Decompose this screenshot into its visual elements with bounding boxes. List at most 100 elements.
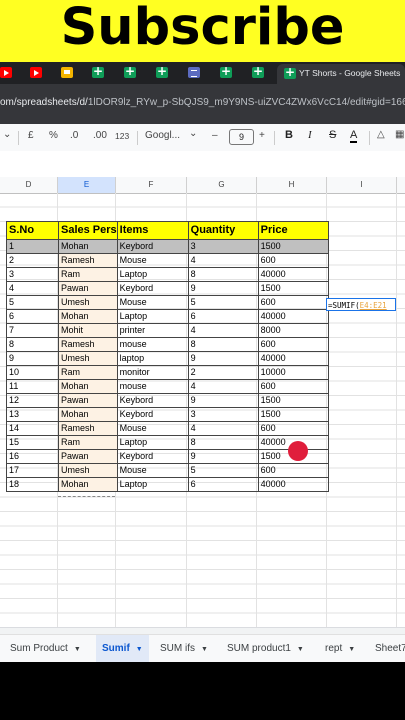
table-cell[interactable]: 3 (187, 239, 259, 254)
table-cell[interactable]: Keybord (116, 281, 189, 296)
text-color-button[interactable]: A (350, 129, 358, 143)
table-cell[interactable]: Ram (58, 267, 118, 282)
table-cell[interactable]: 8 (187, 337, 259, 352)
table-cell[interactable]: Keybord (116, 393, 189, 408)
table-cell[interactable]: 6 (187, 309, 259, 324)
header-cell[interactable]: Quantity (187, 221, 259, 240)
table-cell[interactable]: Ramesh (58, 337, 118, 352)
table-cell[interactable]: 5 (187, 463, 259, 478)
table-cell[interactable]: 40000 (257, 351, 329, 366)
table-cell[interactable]: 5 (6, 295, 59, 310)
table-cell[interactable]: 40000 (257, 309, 329, 324)
table-cell[interactable]: 1500 (257, 281, 329, 296)
table-cell[interactable]: mouse (116, 379, 189, 394)
header-cell[interactable]: Sales Pers (58, 221, 118, 240)
fill-color-icon[interactable]: △ (377, 129, 385, 140)
url-text[interactable]: om/spreadsheets/d/1lDOR9lz_RYw_p-SbQJS9_… (0, 97, 405, 108)
table-cell[interactable]: 17 (6, 463, 59, 478)
table-cell[interactable]: Laptop (116, 477, 189, 492)
table-cell[interactable]: printer (116, 323, 189, 338)
formula-bar[interactable] (0, 151, 405, 178)
table-cell[interactable]: Ramesh (58, 421, 118, 436)
table-cell[interactable]: 5 (187, 295, 259, 310)
table-cell[interactable]: 9 (187, 351, 259, 366)
table-cell[interactable]: laptop (116, 351, 189, 366)
table-cell[interactable]: 11 (6, 379, 59, 394)
table-cell[interactable]: 15 (6, 435, 59, 450)
table-cell[interactable]: Mohit (58, 323, 118, 338)
table-cell[interactable]: 3 (6, 267, 59, 282)
table-cell[interactable]: Umesh (58, 295, 118, 310)
table-cell[interactable]: 600 (257, 421, 329, 436)
bold-button[interactable]: B (285, 129, 293, 141)
chevron-down-icon[interactable]: ⌄ (3, 129, 11, 140)
table-cell[interactable]: 4 (187, 253, 259, 268)
table-cell[interactable]: 13 (6, 407, 59, 422)
column-header-h[interactable]: H (257, 177, 327, 193)
header-cell[interactable]: Price (257, 221, 329, 240)
table-cell[interactable]: Ram (58, 365, 118, 380)
table-cell[interactable]: 9 (6, 351, 59, 366)
table-cell[interactable]: 9 (187, 281, 259, 296)
table-cell[interactable]: Mohan (58, 379, 118, 394)
table-cell[interactable]: 8 (187, 267, 259, 282)
table-cell[interactable]: 8000 (257, 323, 329, 338)
table-cell[interactable]: 4 (187, 379, 259, 394)
font-size-input[interactable]: 9 (229, 129, 254, 145)
table-cell[interactable]: 10000 (257, 365, 329, 380)
table-cell[interactable]: 12 (6, 393, 59, 408)
decrease-decimal-button[interactable]: .0 (70, 130, 78, 141)
table-cell[interactable]: 1500 (257, 407, 329, 422)
column-header-i[interactable]: I (327, 177, 397, 193)
sheet-tab-sum-product[interactable]: Sum Product ▼ (10, 635, 81, 662)
table-cell[interactable]: Laptop (116, 435, 189, 450)
table-cell[interactable]: Pawan (58, 449, 118, 464)
active-formula-cell[interactable]: =SUMIF(E4:E21 (326, 298, 396, 311)
font-family-select[interactable]: Googl... (145, 130, 180, 141)
sheets-tab-icon[interactable] (156, 64, 168, 78)
table-cell[interactable]: Laptop (116, 309, 189, 324)
table-cell[interactable]: 9 (187, 393, 259, 408)
table-cell[interactable]: Ram (58, 435, 118, 450)
table-cell[interactable]: 14 (6, 421, 59, 436)
table-cell[interactable]: 600 (257, 463, 329, 478)
table-cell[interactable]: Mohan (58, 477, 118, 492)
youtube-tab-icon[interactable] (0, 67, 12, 78)
active-browser-tab[interactable]: YT Shorts - Google Sheets (277, 64, 405, 84)
table-cell[interactable]: 40000 (257, 477, 329, 492)
table-cell[interactable]: Mohan (58, 407, 118, 422)
column-header-g[interactable]: G (187, 177, 257, 193)
column-header-e[interactable]: E (58, 177, 116, 193)
table-cell[interactable]: 8 (6, 337, 59, 352)
table-cell[interactable]: Mouse (116, 253, 189, 268)
table-cell[interactable]: Mouse (116, 295, 189, 310)
table-cell[interactable]: Mouse (116, 463, 189, 478)
column-header-f[interactable]: F (116, 177, 187, 193)
sheets-tab-icon[interactable] (252, 64, 264, 78)
percent-format-button[interactable]: % (49, 130, 58, 141)
header-cell[interactable]: Items (116, 221, 189, 240)
header-cell[interactable]: S.No (6, 221, 59, 240)
font-chevron-icon[interactable]: ⌄ (189, 128, 197, 139)
number-format-button[interactable]: 123 (115, 131, 129, 141)
sheet-tab-rept[interactable]: rept ▼ (325, 635, 355, 662)
sheets-tab-icon[interactable] (124, 64, 136, 78)
column-header-d[interactable]: D (0, 177, 58, 193)
table-cell[interactable]: 2 (187, 365, 259, 380)
address-bar[interactable]: om/spreadsheets/d/1lDOR9lz_RYw_p-SbQJS9_… (0, 84, 405, 124)
table-cell[interactable]: 4 (187, 323, 259, 338)
table-cell[interactable]: Keybord (116, 449, 189, 464)
table-cell[interactable]: 600 (257, 379, 329, 394)
sheet-tab-sumif[interactable]: Sumif ▼ (96, 635, 149, 662)
forms-tab-icon[interactable] (188, 67, 200, 78)
sheets-tab-icon[interactable] (220, 64, 232, 78)
table-cell[interactable]: Pawan (58, 281, 118, 296)
table-cell[interactable]: 18 (6, 477, 59, 492)
table-cell[interactable]: 9 (187, 449, 259, 464)
table-cell[interactable]: 1500 (257, 393, 329, 408)
table-cell[interactable]: Pawan (58, 393, 118, 408)
font-increase-button[interactable]: + (259, 130, 265, 141)
table-cell[interactable]: 8 (187, 435, 259, 450)
increase-decimal-button[interactable]: .00 (93, 130, 107, 141)
table-cell[interactable]: 6 (6, 309, 59, 324)
